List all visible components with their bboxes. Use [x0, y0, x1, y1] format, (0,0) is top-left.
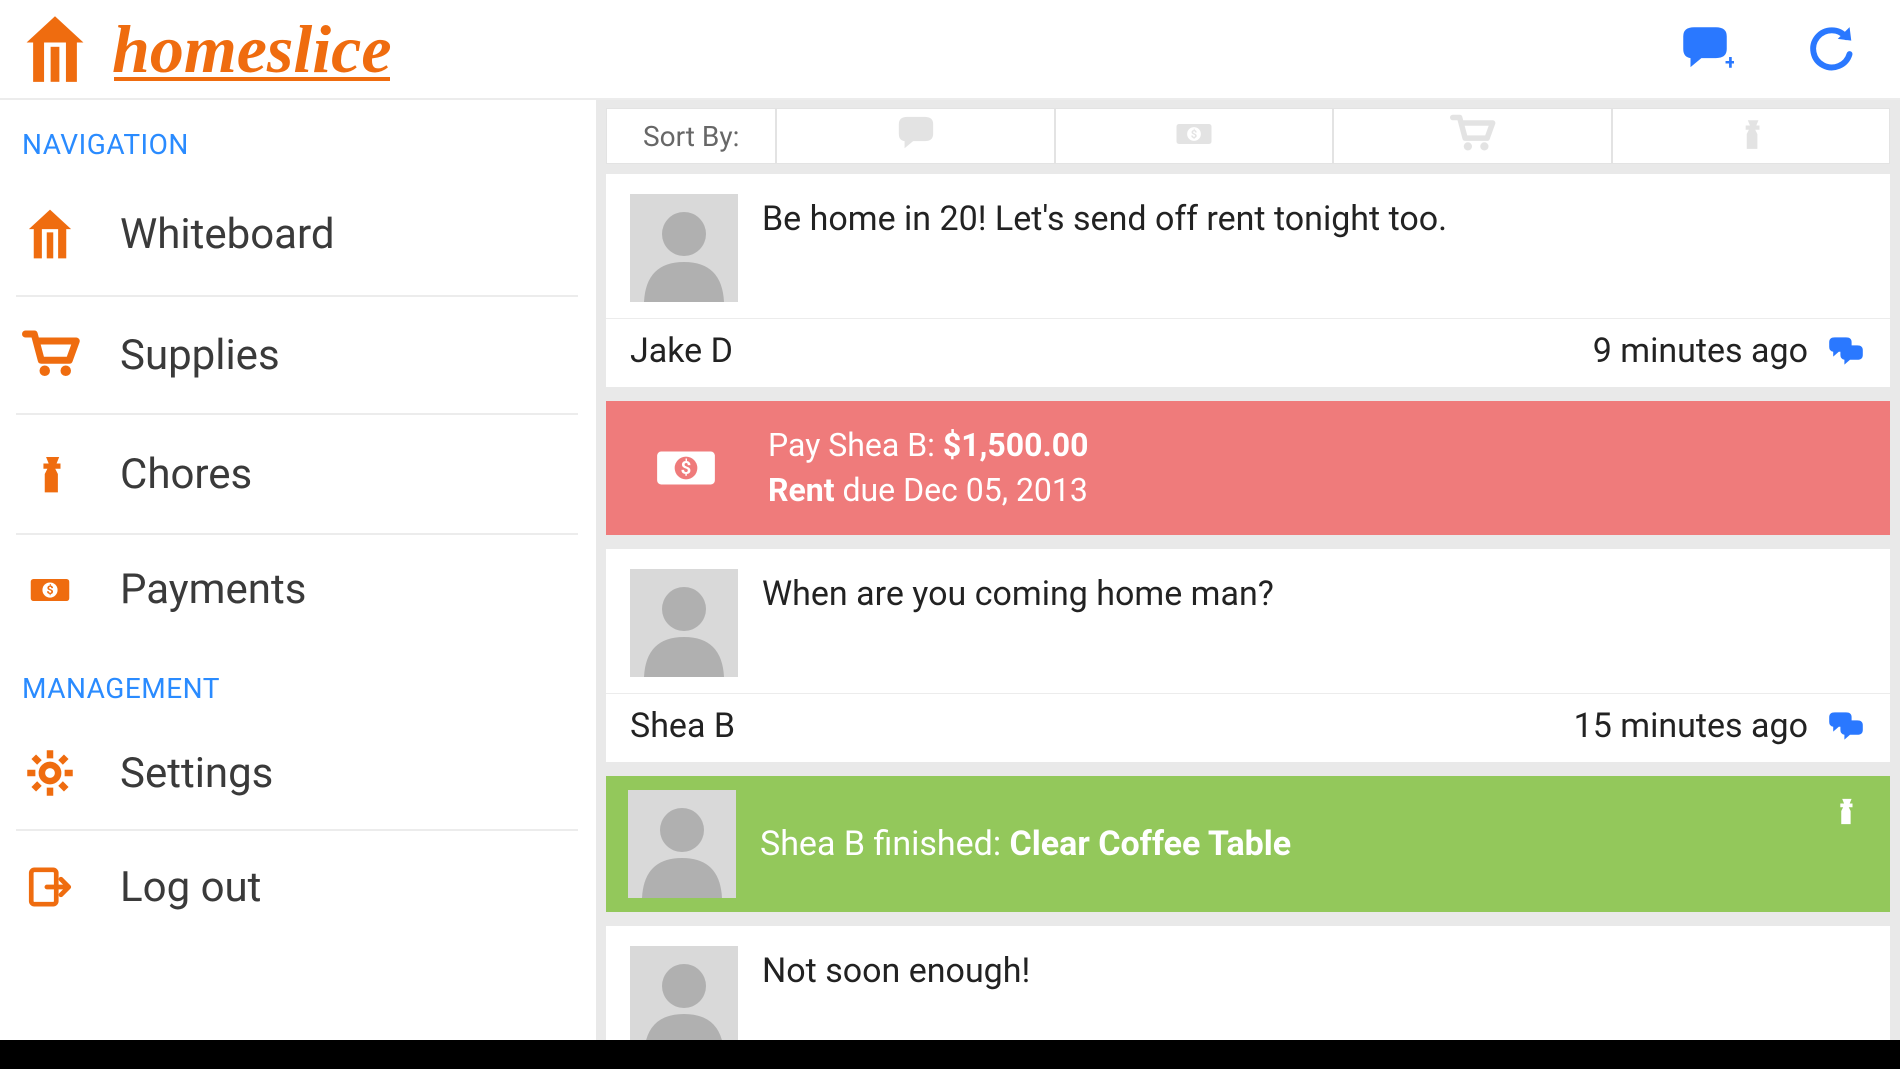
money-icon — [632, 435, 740, 501]
sort-bar: Sort By: — [606, 108, 1890, 164]
cart-icon — [1447, 112, 1497, 160]
sidebar-item-logout[interactable]: Log out — [16, 831, 578, 943]
sort-by-cart[interactable] — [1332, 109, 1610, 163]
refresh-icon — [1804, 22, 1858, 76]
app-name: homeslice — [112, 10, 392, 89]
sidebar-item-chores[interactable]: Chores — [16, 415, 578, 535]
sort-by-chores[interactable] — [1611, 109, 1889, 163]
payment-amount: $1,500.00 — [943, 426, 1089, 464]
sidebar-section-navigation: NAVIGATION — [16, 100, 578, 173]
cart-icon — [20, 327, 80, 383]
sort-by-label: Sort By: — [607, 109, 775, 163]
sidebar: NAVIGATION Whiteboard Supplies Chores Pa… — [0, 100, 596, 1040]
sidebar-item-label: Whiteboard — [120, 210, 335, 259]
message-time: 15 minutes ago — [1574, 706, 1808, 746]
avatar — [628, 790, 736, 898]
money-icon — [20, 568, 80, 612]
sort-by-chat[interactable] — [775, 109, 1053, 163]
feed-message[interactable]: Not soon enough! — [606, 926, 1890, 1040]
sort-by-money[interactable] — [1054, 109, 1332, 163]
app-viewport: homeslice NAVIGATION Whiteboard — [0, 0, 1900, 1040]
sidebar-item-label: Settings — [120, 749, 273, 798]
sidebar-item-label: Payments — [120, 565, 306, 614]
feed-message[interactable]: When are you coming home man? Shea B 15 … — [606, 549, 1890, 762]
comments-icon — [1826, 334, 1866, 368]
sidebar-section-management: MANAGEMENT — [16, 644, 578, 717]
spray-icon — [1830, 790, 1860, 836]
message-text: Not soon enough! — [762, 946, 1030, 1040]
main-content: Sort By: Be home in 20! Let's send off r… — [596, 100, 1900, 1040]
device-frame: homeslice NAVIGATION Whiteboard — [0, 0, 1900, 1069]
spray-icon — [20, 445, 80, 503]
sidebar-item-settings[interactable]: Settings — [16, 717, 578, 831]
sidebar-item-payments[interactable]: Payments — [16, 535, 578, 644]
message-author: Shea B — [630, 706, 735, 746]
avatar — [630, 946, 738, 1040]
avatar — [630, 569, 738, 677]
payment-desc-rest: due Dec 05, 2013 — [842, 471, 1087, 509]
app-bar: homeslice — [0, 0, 1900, 100]
payment-pay-label: Pay — [768, 426, 820, 464]
chat-icon — [893, 114, 939, 158]
feed: Be home in 20! Let's send off rent tonig… — [596, 174, 1900, 1040]
logout-icon — [20, 861, 80, 913]
chat-plus-icon — [1676, 23, 1734, 75]
feed-message[interactable]: Be home in 20! Let's send off rent tonig… — [606, 174, 1890, 387]
message-author: Jake D — [630, 331, 733, 371]
sidebar-item-label: Log out — [120, 863, 261, 912]
feed-payment[interactable]: Pay Shea B: $1,500.00 Rent due Dec 05, 2… — [606, 401, 1890, 535]
message-text: When are you coming home man? — [762, 569, 1274, 677]
sidebar-item-supplies[interactable]: Supplies — [16, 297, 578, 415]
appbar-actions — [1676, 20, 1860, 78]
sidebar-item-label: Chores — [120, 450, 252, 499]
comments-icon — [1826, 709, 1866, 743]
payment-desc-strong: Rent — [768, 471, 835, 509]
app-logo[interactable]: homeslice — [20, 5, 392, 93]
sidebar-item-label: Supplies — [120, 331, 280, 380]
spray-icon — [1734, 112, 1768, 160]
message-time: 9 minutes ago — [1593, 331, 1808, 371]
payment-details: Pay Shea B: $1,500.00 Rent due Dec 05, 2… — [768, 423, 1089, 513]
gear-icon — [20, 747, 80, 799]
payment-payee: Shea B: — [828, 426, 935, 464]
whiteboard-icon — [20, 203, 80, 265]
chore-prefix: Shea B finished: — [760, 824, 1001, 864]
sidebar-item-whiteboard[interactable]: Whiteboard — [16, 173, 578, 297]
feed-chore[interactable]: Shea B finished: Clear Coffee Table — [606, 776, 1890, 912]
chore-task: Clear Coffee Table — [1010, 824, 1292, 864]
avatar — [630, 194, 738, 302]
new-chat-button[interactable] — [1676, 20, 1734, 78]
message-text: Be home in 20! Let's send off rent tonig… — [762, 194, 1447, 302]
refresh-button[interactable] — [1802, 20, 1860, 78]
whiteboard-icon — [20, 5, 90, 93]
money-icon — [1166, 114, 1222, 158]
